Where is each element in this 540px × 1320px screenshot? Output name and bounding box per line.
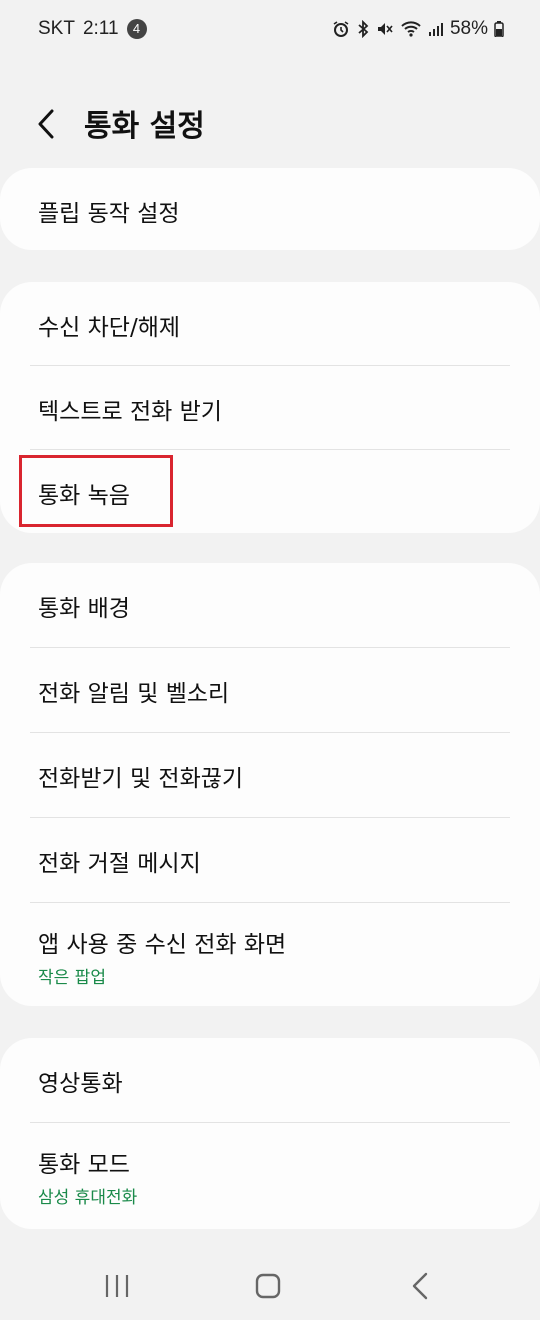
back-button[interactable]	[26, 99, 66, 147]
settings-group-call-display: 통화 배경 전화 알림 및 벨소리 전화받기 및 전화끊기 전화 거절 메시지 …	[0, 563, 540, 1006]
setting-item-answer-end-calls[interactable]: 전화받기 및 전화끊기	[30, 733, 510, 818]
setting-item-label: 전화 거절 메시지	[38, 851, 201, 877]
clock: 2:11	[82, 18, 119, 39]
settings-group-flip: 플립 동작 설정	[0, 168, 540, 250]
mute-icon	[376, 20, 394, 38]
setting-item-label: 영상통화	[38, 1071, 123, 1097]
setting-item-label: 플립 동작 설정	[38, 201, 180, 227]
setting-item-label: 전화받기 및 전화끊기	[38, 766, 244, 792]
status-right: 58%	[332, 18, 504, 40]
recent-apps-icon	[97, 1275, 137, 1308]
setting-item-label: 통화 모드	[38, 1152, 130, 1178]
setting-item-reject-messages[interactable]: 전화 거절 메시지	[30, 818, 510, 903]
home-button[interactable]	[248, 1268, 288, 1304]
battery-percent: 58%	[449, 18, 488, 39]
back-arrow-icon	[26, 109, 66, 151]
settings-group-video-mode: 영상통화 통화 모드 삼성 휴대전화	[0, 1038, 540, 1229]
setting-item-flip-gesture[interactable]: 플립 동작 설정	[30, 168, 510, 250]
status-bar: SKT 2:11 4 58%	[0, 0, 540, 60]
signal-icon	[428, 20, 444, 38]
setting-item-label: 텍스트로 전화 받기	[38, 399, 222, 425]
setting-item-incoming-call-display[interactable]: 앱 사용 중 수신 전화 화면 작은 팝업	[30, 903, 510, 1006]
setting-item-answer-with-text[interactable]: 텍스트로 전화 받기	[30, 366, 510, 450]
page-title: 통화 설정	[84, 109, 205, 144]
back-nav-button[interactable]	[400, 1268, 440, 1304]
notification-count-badge: 4	[126, 19, 147, 39]
setting-item-label: 수신 차단/해제	[38, 315, 181, 341]
back-nav-icon	[400, 1272, 440, 1308]
setting-item-ringtone[interactable]: 전화 알림 및 벨소리	[30, 648, 510, 733]
setting-item-label: 전화 알림 및 벨소리	[38, 681, 230, 707]
alarm-icon	[332, 20, 350, 38]
setting-item-call-background[interactable]: 통화 배경	[30, 563, 510, 648]
setting-item-block-numbers[interactable]: 수신 차단/해제	[30, 282, 510, 366]
recent-apps-button[interactable]	[97, 1268, 137, 1304]
header: 통화 설정	[0, 95, 540, 151]
wifi-icon	[400, 20, 422, 38]
setting-item-label: 통화 배경	[38, 596, 130, 622]
carrier-label: SKT	[38, 18, 75, 39]
bluetooth-icon	[356, 20, 370, 38]
battery-icon	[494, 21, 504, 37]
status-left: SKT 2:11 4	[38, 18, 147, 40]
setting-item-video-call[interactable]: 영상통화	[30, 1038, 510, 1123]
setting-item-value: 삼성 휴대전화	[38, 1188, 138, 1208]
setting-item-call-mode[interactable]: 통화 모드 삼성 휴대전화	[30, 1123, 510, 1229]
navigation-bar	[0, 1250, 540, 1320]
setting-item-value: 작은 팝업	[38, 968, 106, 988]
highlight-box	[19, 455, 173, 527]
home-icon	[248, 1273, 288, 1308]
setting-item-label: 앱 사용 중 수신 전화 화면	[38, 932, 287, 958]
